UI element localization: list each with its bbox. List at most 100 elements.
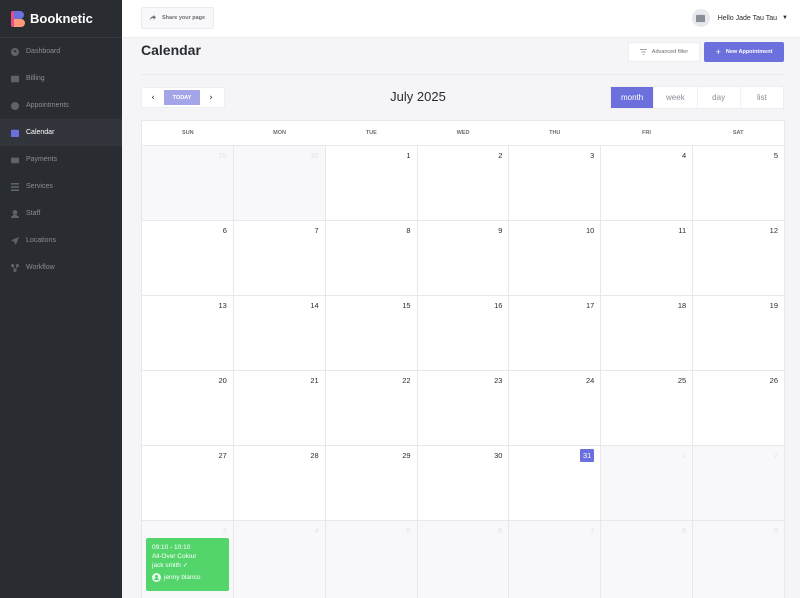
day-number: 29	[218, 151, 227, 160]
next-month-button[interactable]: ›	[200, 93, 222, 103]
week-row: 20 21 22 23 24 25 26	[142, 371, 784, 446]
billing-icon	[11, 75, 19, 83]
prev-month-button[interactable]: ‹	[142, 93, 164, 103]
week-row: 27 28 29 30 31 1 2	[142, 446, 785, 521]
view-month-button[interactable]: month	[611, 87, 654, 108]
day-number: 25	[677, 376, 687, 385]
sidebar-item-payments[interactable]: Payments	[0, 146, 122, 173]
day-cell[interactable]: 9	[416, 221, 509, 295]
day-cell[interactable]: 14	[232, 296, 325, 370]
day-cell[interactable]: 6	[142, 221, 233, 295]
day-cell[interactable]: 2	[692, 446, 785, 520]
day-cell[interactable]: 24	[508, 371, 600, 445]
day-cell[interactable]: 27	[142, 446, 233, 520]
today-button[interactable]: TODAY	[164, 90, 200, 105]
advanced-filter-label: Advanced filter	[651, 49, 689, 55]
day-cell[interactable]: 23	[416, 371, 509, 445]
day-cell[interactable]: 12	[692, 221, 784, 295]
day-cell[interactable]: 8	[324, 221, 417, 295]
day-cell[interactable]: 22	[324, 371, 417, 445]
advanced-filter-button[interactable]: Advanced filter	[628, 42, 700, 62]
day-cell[interactable]: 1	[324, 146, 417, 220]
day-number: 4	[681, 151, 687, 160]
new-appointment-button[interactable]: + New Appointment	[704, 42, 784, 62]
day-cell[interactable]: 20	[142, 371, 233, 445]
day-cell[interactable]: 28	[232, 446, 325, 520]
day-cell[interactable]: 21	[232, 371, 325, 445]
day-cell[interactable]: 29	[142, 146, 233, 220]
view-list-button[interactable]: list	[739, 87, 783, 108]
week-row: 3 09:10 - 10:10 All-Over Colour jack smith …	[142, 521, 785, 598]
header-divider	[141, 74, 784, 75]
sidebar-item-dashboard[interactable]: Dashboard	[0, 38, 122, 65]
day-number: 30	[494, 451, 503, 460]
sidebar-item-services[interactable]: Services	[0, 173, 122, 200]
day-cell[interactable]: 7	[508, 521, 601, 598]
day-cell[interactable]: 8	[600, 521, 693, 598]
sidebar-item-appointments[interactable]: Appointments	[0, 92, 122, 119]
day-cell[interactable]: 2	[416, 146, 509, 220]
plus-icon: +	[715, 47, 721, 57]
day-number: 7	[314, 226, 319, 235]
day-cell[interactable]: 5	[692, 146, 784, 220]
day-cell[interactable]: 17	[508, 296, 600, 370]
user-greeting: Hello Jade Tau Tau	[717, 14, 778, 22]
sidebar-item-label: Locations	[26, 237, 56, 244]
day-cell-today[interactable]: 31	[508, 446, 600, 520]
event-staff: jenny blanco	[152, 573, 223, 582]
day-cell[interactable]: 18	[600, 296, 692, 370]
day-cell[interactable]: 4	[600, 146, 692, 220]
day-cell[interactable]: 19	[692, 296, 784, 370]
sidebar-item-locations[interactable]: Locations	[0, 227, 122, 254]
weekday-label: SAT	[732, 130, 744, 136]
day-cell[interactable]: 11	[600, 221, 692, 295]
booknetic-logo-icon	[11, 10, 25, 27]
day-cell[interactable]: 4	[232, 521, 325, 598]
day-cell[interactable]: 10	[508, 221, 600, 295]
date-navigation: ‹ TODAY ›	[141, 87, 225, 108]
sidebar-item-staff[interactable]: Staff	[0, 200, 122, 227]
day-number: 6	[222, 226, 227, 235]
share-page-label: Share your page	[162, 15, 206, 21]
sidebar-item-calendar[interactable]: Calendar	[0, 119, 122, 146]
weekday-label: SUN	[182, 130, 194, 136]
day-number: 20	[218, 376, 227, 385]
sidebar-item-label: Calendar	[26, 129, 55, 136]
check-icon: ✓	[182, 562, 189, 569]
day-cell[interactable]: 30	[416, 446, 509, 520]
day-cell[interactable]: 29	[324, 446, 417, 520]
day-cell[interactable]: 25	[600, 371, 692, 445]
day-cell[interactable]: 3 09:10 - 10:10 All-Over Colour jack smith …	[142, 521, 233, 598]
share-icon	[150, 15, 156, 21]
view-week-button[interactable]: week	[653, 87, 696, 108]
chevron-down-icon: ▼	[782, 15, 788, 21]
day-cell[interactable]: 26	[692, 371, 784, 445]
user-menu[interactable]: Hello Jade Tau Tau ▼	[691, 9, 788, 27]
sidebar-item-workflow[interactable]: Workflow	[0, 254, 122, 281]
share-page-button[interactable]: Share your page	[141, 7, 215, 29]
day-cell[interactable]: 9	[692, 521, 785, 598]
weekday-label: FRI	[642, 130, 651, 136]
view-day-button[interactable]: day	[696, 87, 740, 108]
day-number: 21	[310, 376, 319, 385]
day-number: 9	[498, 226, 503, 235]
day-cell[interactable]: 15	[324, 296, 417, 370]
avatar	[691, 9, 710, 27]
day-cell[interactable]: 3	[508, 146, 600, 220]
day-cell[interactable]: 7	[232, 221, 325, 295]
sidebar-item-label: Dashboard	[26, 48, 61, 55]
day-cell[interactable]: 6	[416, 521, 509, 598]
day-cell[interactable]: 30	[232, 146, 325, 220]
day-cell[interactable]: 13	[142, 296, 233, 370]
sidebar-item-label: Billing	[26, 75, 45, 82]
day-cell[interactable]: 5	[324, 521, 417, 598]
day-cell[interactable]: 1	[600, 446, 693, 520]
day-number: 31	[579, 449, 595, 462]
day-cell[interactable]: 16	[416, 296, 509, 370]
sidebar-nav: Dashboard Billing Appointments Calendar …	[0, 38, 122, 281]
weekday-label: WED	[456, 130, 470, 136]
page-title: Calendar	[141, 42, 201, 58]
brand[interactable]: Booknetic	[0, 0, 122, 38]
appointment-event[interactable]: 09:10 - 10:10 All-Over Colour jack smith ✓…	[146, 538, 229, 591]
sidebar-item-billing[interactable]: Billing	[0, 65, 122, 92]
